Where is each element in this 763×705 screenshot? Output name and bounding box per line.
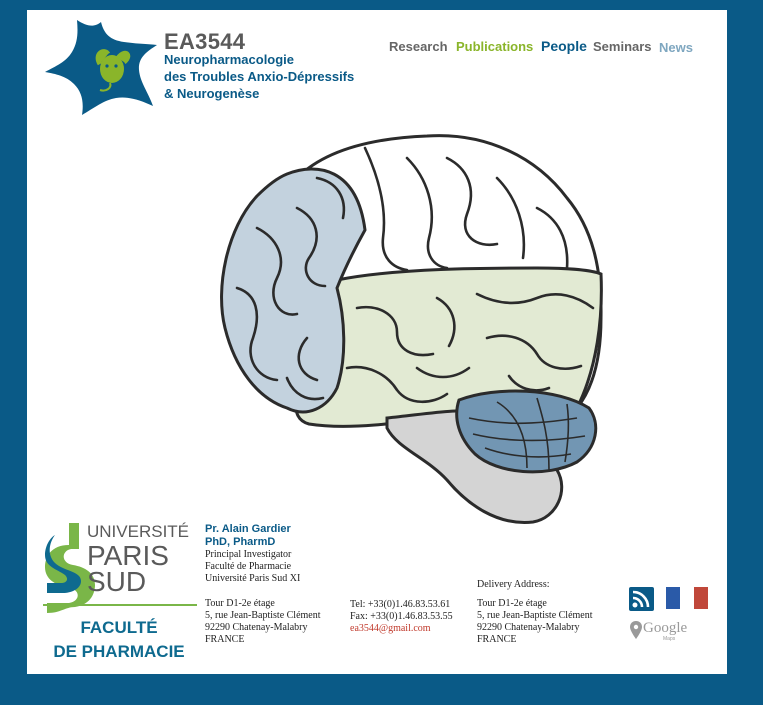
pi-contact: Pr. Alain Gardier PhD, PharmD Principal … [205,523,300,585]
nav-people[interactable]: People [541,38,587,54]
nav-publications[interactable]: Publications [456,39,533,54]
faculty-line2: DE PHARMACIE [53,642,184,661]
google-maps-icon[interactable]: Google Maps [630,619,700,642]
faculty-line1: FACULTÉ [80,618,157,637]
delivery-line: Tour D1-2e étage [477,598,547,609]
phone-fax: Fax: +33(0)1.46.83.53.55 [350,611,453,622]
office-address: Tour D1-2e étage 5, rue Jean-Baptiste Cl… [205,598,321,646]
nav-news[interactable]: News [659,40,693,55]
address-line: 5, rue Jean-Baptiste Clément [205,610,321,621]
nav-research[interactable]: Research [389,39,448,54]
lab-name-line: Neuropharmacologie [164,52,295,67]
delivery-label: Delivery Address: [477,579,550,590]
brain-illustration [220,134,603,524]
pi-title: Principal Investigator [205,549,292,560]
email-link[interactable]: ea3544@gmail.com [350,623,453,635]
lab-name-line: des Troubles Anxio-Dépressifs [164,69,355,84]
pi-name: Pr. Alain Gardier [205,523,291,535]
lab-name: Neuropharmacologie des Troubles Anxio-Dé… [164,51,354,102]
maps-text: Maps [663,636,676,642]
delivery-line: 92290 Chatenay-Malabry [477,622,580,633]
map-pin-icon [630,621,642,639]
pi-degrees: PhD, PharmD [205,536,276,548]
universite-paris-sud-logo[interactable]: UNIVERSITÉ PARIS SUD FACULTÉ DE PHARMACI… [41,515,201,663]
lab-logo-icon[interactable] [44,14,159,116]
google-text: Google [643,620,688,636]
address-line: Tour D1-2e étage [205,598,275,609]
delivery-line: 5, rue Jean-Baptiste Clément [477,610,593,621]
page-content: EA3544 Neuropharmacologie des Troubles A… [27,10,727,674]
univ-line3: SUD [87,566,146,597]
univ-line1: UNIVERSITÉ [87,522,189,541]
address-line: 92290 Chatenay-Malabry [205,622,308,633]
address-line: FRANCE [205,634,245,645]
phone-block: Tel: +33(0)1.46.83.53.61 Fax: +33(0)1.46… [350,599,453,635]
nav-seminars[interactable]: Seminars [593,39,652,54]
french-flag-icon[interactable] [666,587,708,609]
lab-name-line: & Neurogenèse [164,86,260,101]
delivery-line: FRANCE [477,634,517,645]
pi-faculty: Faculté de Pharmacie [205,561,292,572]
pi-university: Université Paris Sud XI [205,573,301,584]
delivery-address: Delivery Address: Tour D1-2e étage 5, ru… [477,579,593,646]
phone-tel: Tel: +33(0)1.46.83.53.61 [350,599,451,610]
rss-icon[interactable] [629,587,654,611]
